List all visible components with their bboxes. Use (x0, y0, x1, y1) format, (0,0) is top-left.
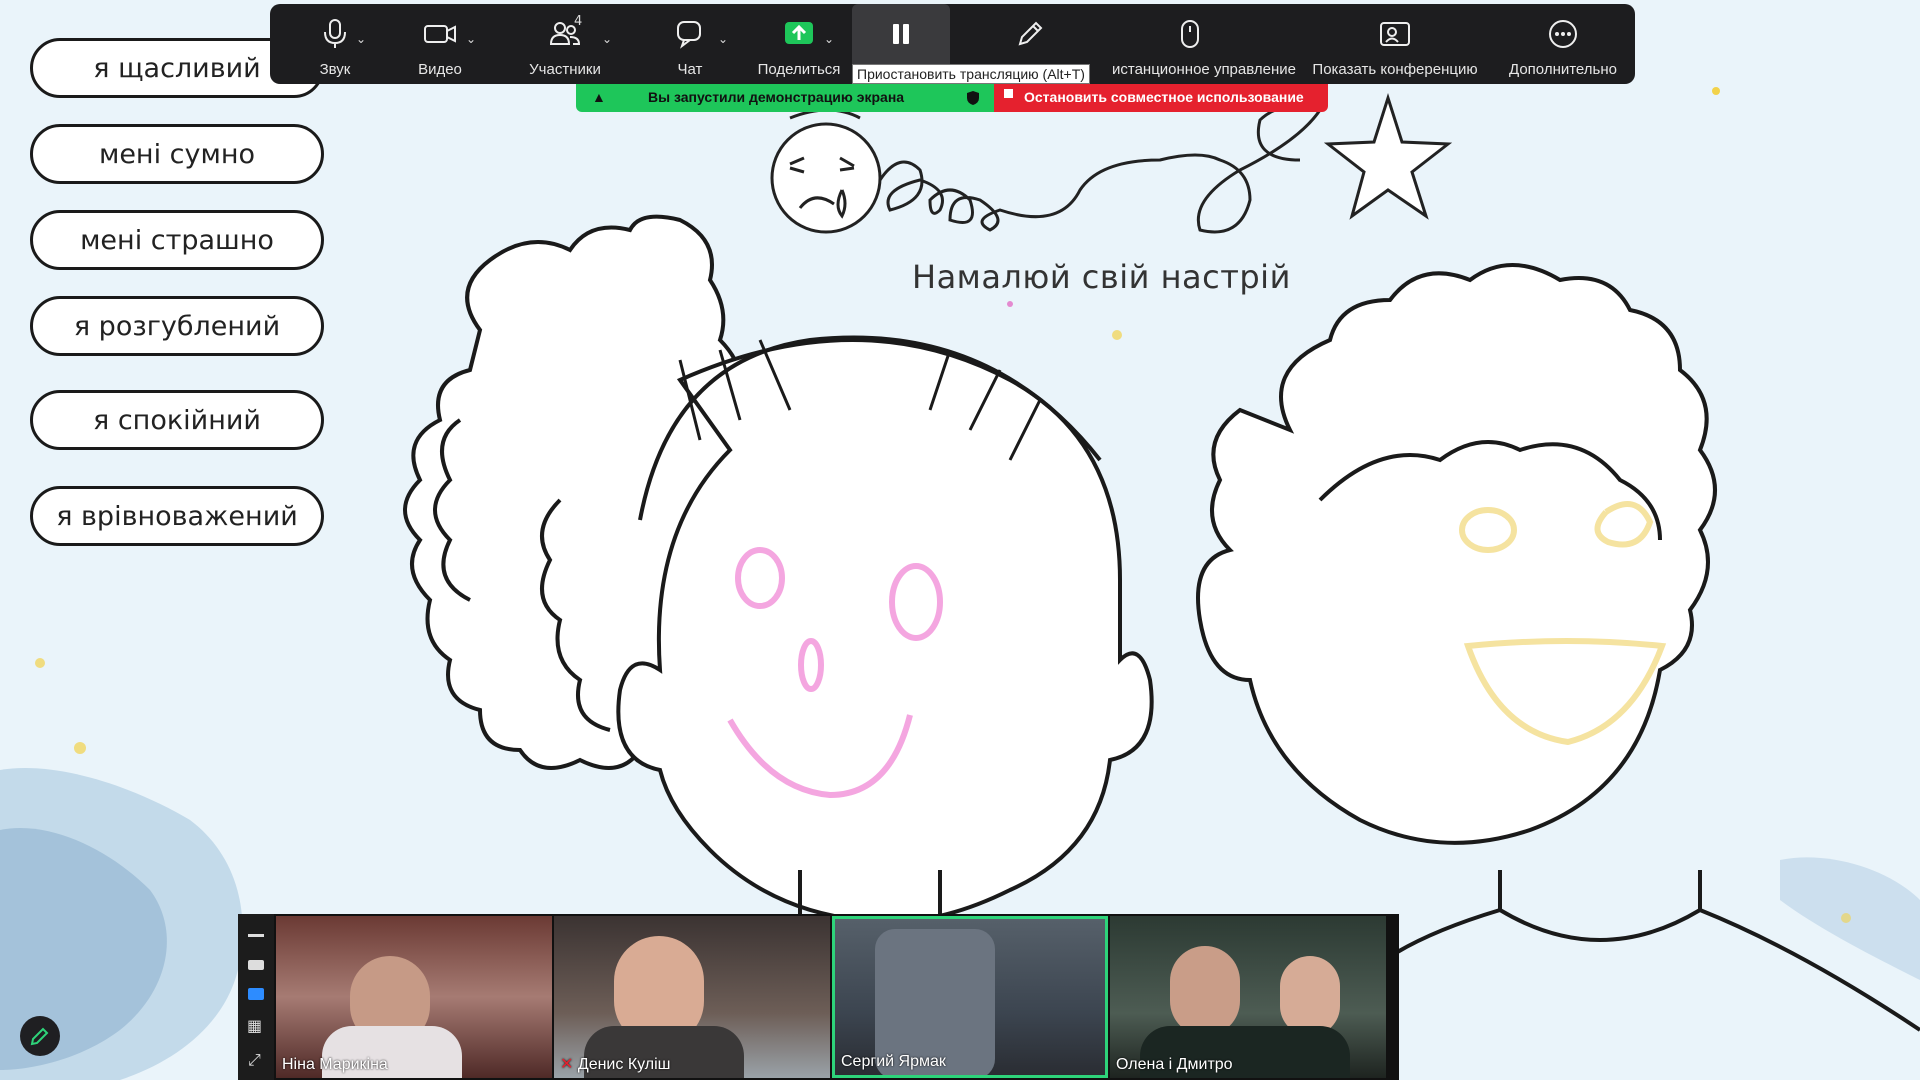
share-label: Поделиться (757, 61, 841, 78)
mood-option-calm: я спокійний (30, 390, 324, 450)
more-button[interactable]: Дополнительно (1508, 4, 1618, 84)
microphone-icon (324, 19, 346, 48)
annotation-pen-button[interactable] (20, 1016, 60, 1056)
video-caret-icon[interactable]: ⌄ (466, 32, 476, 46)
pencil-icon (30, 1027, 49, 1046)
stop-share-button[interactable]: Остановить совместное использование (994, 84, 1328, 112)
camera-icon (424, 25, 456, 43)
more-label: Дополнительно (1509, 61, 1617, 78)
pin-icon[interactable]: ▲ (592, 89, 606, 105)
audio-caret-icon[interactable]: ⌄ (356, 32, 366, 46)
pencil-icon (1018, 21, 1043, 46)
video-strip: ▦ ⤢ Ніна Марикіна ✕ Денис Куліш Сергий Я… (238, 914, 1399, 1080)
participant-name-text: Денис Куліш (577, 1056, 671, 1073)
participant-tile[interactable]: ✕ Денис Куліш (554, 916, 830, 1078)
pause-tooltip: Приостановить трансляцию (Alt+T) (852, 64, 1090, 84)
shield-icon (967, 91, 979, 105)
participant-name: Олена і Дмитро (1116, 1056, 1233, 1073)
expand-icon[interactable]: ⤢ (248, 1050, 261, 1070)
share-button[interactable]: Поделиться (744, 4, 854, 84)
participant-video-second (1280, 956, 1340, 1036)
participants-count: 4 (574, 14, 583, 29)
participant-tile-active-speaker[interactable]: Сергий Ярмак (832, 916, 1108, 1078)
stop-icon (1004, 89, 1013, 98)
audio-label: Звук (319, 61, 351, 78)
show-conference-label: Показать конференцию (1312, 61, 1478, 78)
mood-option-confused: я розгублений (30, 296, 324, 356)
participant-tile[interactable]: Олена і Дмитро (1110, 916, 1386, 1078)
participant-name: Ніна Марикіна (282, 1056, 388, 1073)
remote-control-button[interactable]: истанционное управление (1100, 4, 1296, 84)
mood-option-scared: мені страшно (30, 210, 324, 270)
remote-control-label: истанционное управление (1112, 61, 1296, 78)
muted-mic-icon: ✕ (560, 1056, 578, 1073)
share-status-message: Вы запустили демонстрацию экрана (648, 89, 905, 105)
slide-title: Намалюй свій настрій (912, 258, 1291, 296)
participant-video (1170, 946, 1240, 1036)
participant-tile[interactable]: Ніна Марикіна (276, 916, 552, 1078)
gallery-view-icon[interactable]: ▦ (247, 1018, 262, 1034)
strip-view-icon[interactable] (248, 988, 264, 1000)
strip-controls: ▦ ⤢ (238, 914, 274, 1080)
participant-name: Сергий Ярмак (841, 1053, 946, 1070)
participants-label: Участники (529, 61, 601, 78)
minimize-icon[interactable] (248, 934, 264, 937)
mood-option-balanced: я врівноважений (30, 486, 324, 546)
chat-label: Чат (677, 61, 703, 78)
share-status-bar: ▲ Вы запустили демонстрацию экрана (576, 84, 994, 112)
chat-icon (677, 21, 701, 49)
mood-option-sad: мені сумно (30, 124, 324, 184)
video-label: Видео (418, 61, 462, 78)
chat-caret-icon[interactable]: ⌄ (718, 32, 728, 46)
single-view-icon[interactable] (248, 960, 264, 970)
participant-name: ✕ Денис Куліш (560, 1054, 671, 1074)
share-caret-icon[interactable]: ⌄ (824, 32, 834, 46)
mouse-icon (1181, 20, 1199, 48)
show-conference-button[interactable]: Показать конференцию (1310, 4, 1480, 84)
pause-icon (893, 24, 909, 44)
conference-icon (1380, 22, 1410, 46)
more-icon (1549, 20, 1577, 48)
participants-caret-icon[interactable]: ⌄ (602, 32, 612, 46)
stop-share-label: Остановить совместное использование (1024, 89, 1304, 105)
share-screen-icon (785, 22, 813, 44)
